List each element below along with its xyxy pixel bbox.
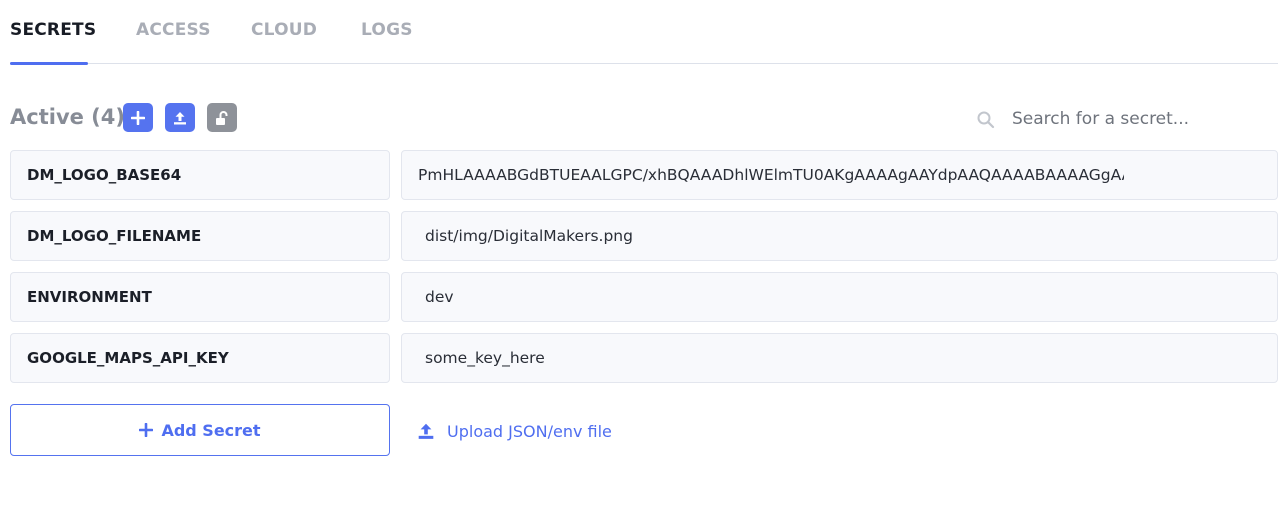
tab-bar: SECRETS ACCESS CLOUD LOGS [10,0,1278,65]
secret-value-text: PmHLAAAABGdBTUEAALGPC/xhBQAAADhlWElmTU0A… [418,166,1124,184]
plus-icon [131,110,145,125]
upload-file-link[interactable]: Upload JSON/env file [417,419,612,443]
tab-access[interactable]: ACCESS [136,20,211,64]
tab-cloud[interactable]: CLOUD [251,20,317,64]
search-input[interactable] [1000,102,1278,136]
upload-icon [174,111,186,124]
upload-file-label: Upload JSON/env file [447,421,612,441]
secret-value-text: dist/img/DigitalMakers.png [425,227,633,245]
secret-key-field[interactable]: DM_LOGO_FILENAME [10,211,390,261]
secret-value-field[interactable]: some_key_here [401,333,1278,383]
unlock-icon [216,110,228,125]
tab-logs[interactable]: LOGS [361,20,413,64]
plus-icon [139,423,154,437]
add-secret-icon-button[interactable] [123,103,153,132]
secret-key-field[interactable]: ENVIRONMENT [10,272,390,322]
add-secret-button[interactable]: Add Secret [10,404,390,456]
unlock-icon-button[interactable] [207,103,237,132]
secret-value-field[interactable]: dev [401,272,1278,322]
secret-value-text: some_key_here [425,349,545,367]
add-secret-label: Add Secret [161,420,261,440]
upload-icon-button[interactable] [165,103,195,132]
secret-key-field[interactable]: GOOGLE_MAPS_API_KEY [10,333,390,383]
secret-key-field[interactable]: DM_LOGO_BASE64 [10,150,390,200]
secret-value-field[interactable]: PmHLAAAABGdBTUEAALGPC/xhBQAAADhlWElmTU0A… [401,150,1278,200]
section-title: Active (4) [10,105,125,129]
upload-icon [418,423,434,439]
secret-value-field[interactable]: dist/img/DigitalMakers.png [401,211,1278,261]
secret-value-text: dev [425,288,454,306]
tab-secrets[interactable]: SECRETS [10,20,96,65]
search-icon [977,111,995,129]
